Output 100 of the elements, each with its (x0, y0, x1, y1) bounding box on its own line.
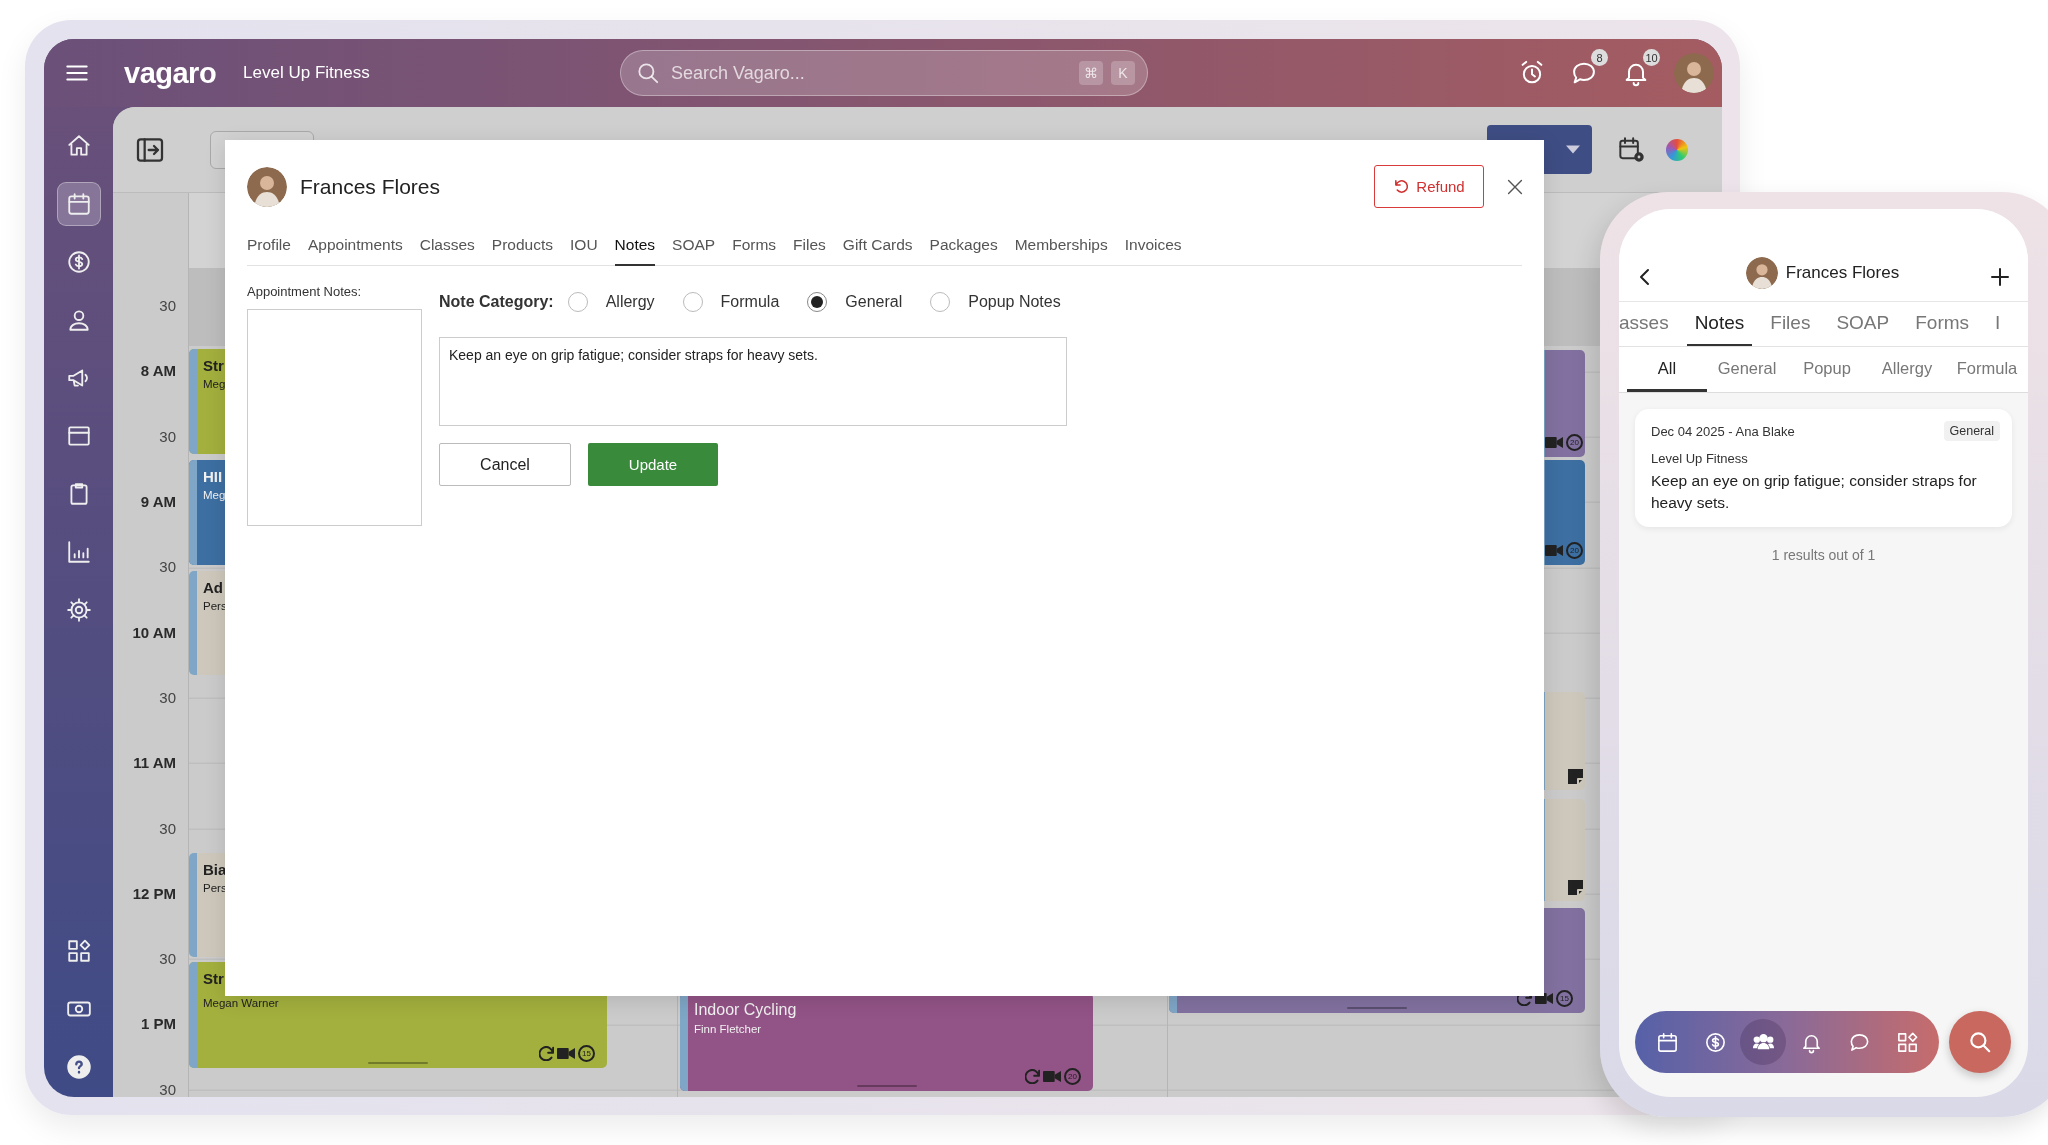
time-label: 30 (158, 818, 176, 839)
avatar (1674, 53, 1714, 93)
time-label: 30 (158, 1079, 176, 1097)
update-button[interactable]: Update (588, 443, 718, 486)
logo: vagaro (124, 56, 217, 90)
filter-tab[interactable]: Popup (1787, 347, 1867, 392)
caret-icon (1566, 145, 1580, 154)
video-icon (1545, 545, 1563, 556)
tab[interactable]: Forms (732, 230, 777, 266)
note-icon (1568, 769, 1583, 784)
tab[interactable]: Classes (419, 230, 475, 266)
tab[interactable]: Notes (614, 230, 656, 266)
tab[interactable]: Products (491, 230, 554, 266)
results-count: 1 results out of 1 (1770, 547, 1877, 564)
video-icon (1043, 1071, 1061, 1082)
event-subtitle: Meg (203, 489, 226, 501)
time-label: 30 (158, 949, 176, 970)
event-card[interactable]: Indoor Cycling Finn Fletcher 20 (680, 993, 1093, 1091)
timer-icon: 15 (1556, 990, 1573, 1007)
timer-icon: 15 (578, 1045, 595, 1062)
note-card[interactable]: Dec 04 2025 - Ana Blake General Level Up Fitness Keep an eye on grip fatigue; consider straps for heavy sets. (1635, 409, 2012, 528)
calendar-settings-icon[interactable] (1618, 135, 1646, 164)
tab[interactable]: Files (1762, 302, 1819, 346)
calendar-button[interactable] (56, 182, 101, 226)
time-label: 30 (158, 687, 176, 708)
search-icon (1967, 1029, 1993, 1055)
time-label: 1 PM (140, 1014, 176, 1035)
filter-tab[interactable]: Allergy (1867, 347, 1947, 392)
tab[interactable]: Invoices (1124, 230, 1182, 266)
color-wheel-icon[interactable] (1666, 138, 1688, 161)
undo-icon (1393, 178, 1411, 195)
tab[interactable]: Files (793, 230, 826, 266)
count-badge: 10 (1643, 49, 1660, 66)
client-name: Frances Flores (1785, 263, 1900, 283)
tab[interactable]: I (1987, 302, 2009, 346)
tab[interactable]: IOU (570, 230, 598, 266)
search-button[interactable] (1949, 1011, 2011, 1073)
shortcut-key: ⌘ (1079, 61, 1103, 85)
event-title: Indoor Cycling (694, 1001, 797, 1019)
event-title: Bia (203, 861, 227, 878)
tab[interactable]: Profile (247, 230, 291, 266)
tab[interactable]: asses (1619, 302, 1677, 346)
window-icon (65, 423, 92, 449)
dollar-icon (65, 249, 92, 275)
radio-option[interactable]: Popup Notes (930, 292, 1061, 312)
plus-icon[interactable] (1988, 265, 2012, 289)
cancel-button[interactable]: Cancel (439, 443, 571, 486)
note-field[interactable]: Keep an eye on grip fatigue; consider straps for heavy sets. (439, 337, 1067, 426)
repeat-icon (1025, 1069, 1040, 1084)
event-title: Str (203, 357, 224, 374)
tab[interactable]: Packages (929, 230, 998, 266)
help-icon (65, 1054, 92, 1080)
time-label: 8 AM (139, 361, 176, 382)
avatar (247, 166, 287, 207)
time-label: 10 AM (131, 622, 176, 643)
video-icon (1545, 437, 1563, 448)
time-label: 11 AM (132, 753, 176, 774)
tab[interactable]: Gift Cards (842, 230, 913, 266)
time-label: 30 (158, 426, 176, 447)
tab[interactable]: SOAP (1828, 302, 1898, 346)
event-title: Str (203, 970, 224, 987)
resize-handle[interactable] (368, 1062, 428, 1064)
shortcut-key: K (1111, 61, 1135, 85)
home-icon (65, 133, 92, 159)
timer-icon: 20 (1064, 1068, 1081, 1085)
search-input[interactable]: Search Vagaro... (669, 61, 1071, 85)
time-label: 9 AM (139, 492, 176, 513)
search-icon (635, 60, 661, 86)
resize-handle[interactable] (1347, 1007, 1407, 1009)
avatar (1745, 257, 1778, 289)
business-name: Level Up Fitness (243, 63, 370, 83)
chart-icon (65, 539, 92, 565)
tab[interactable]: Appointments (307, 230, 403, 266)
note-icon (1568, 880, 1583, 895)
event-title: HII (203, 468, 223, 485)
settings-icon (65, 597, 92, 623)
apps-icon (1895, 1030, 1919, 1054)
people-button[interactable] (1740, 1019, 1786, 1065)
event-subtitle: Megan Warner (203, 997, 279, 1009)
tab[interactable]: Memberships (1014, 230, 1108, 266)
filter-tab[interactable]: Formula (1947, 347, 2027, 392)
calendar-icon (1655, 1030, 1679, 1054)
event-title: Ad (203, 579, 223, 596)
radio-option[interactable]: General (807, 292, 903, 312)
video-icon (557, 1048, 575, 1059)
filter-tab[interactable]: General (1707, 347, 1787, 392)
dollar-icon (1703, 1030, 1727, 1054)
appointment-notes-field[interactable] (247, 309, 422, 526)
filter-tab[interactable]: All (1627, 347, 1707, 392)
refund-button[interactable]: Refund (1374, 165, 1484, 208)
radio-option[interactable]: Formula (682, 292, 780, 312)
radio-option[interactable]: Allergy (567, 292, 655, 312)
resize-handle[interactable] (856, 1085, 917, 1087)
note-meta: Dec 04 2025 - Ana Blake (1651, 423, 1795, 439)
category-tag: General (1943, 421, 2000, 441)
tab[interactable]: SOAP (672, 230, 716, 266)
tab[interactable]: Forms (1907, 302, 1978, 346)
timer-icon: 20 (1566, 542, 1583, 559)
count-badge: 8 (1591, 49, 1608, 66)
field-label: Note Category: (439, 293, 554, 311)
